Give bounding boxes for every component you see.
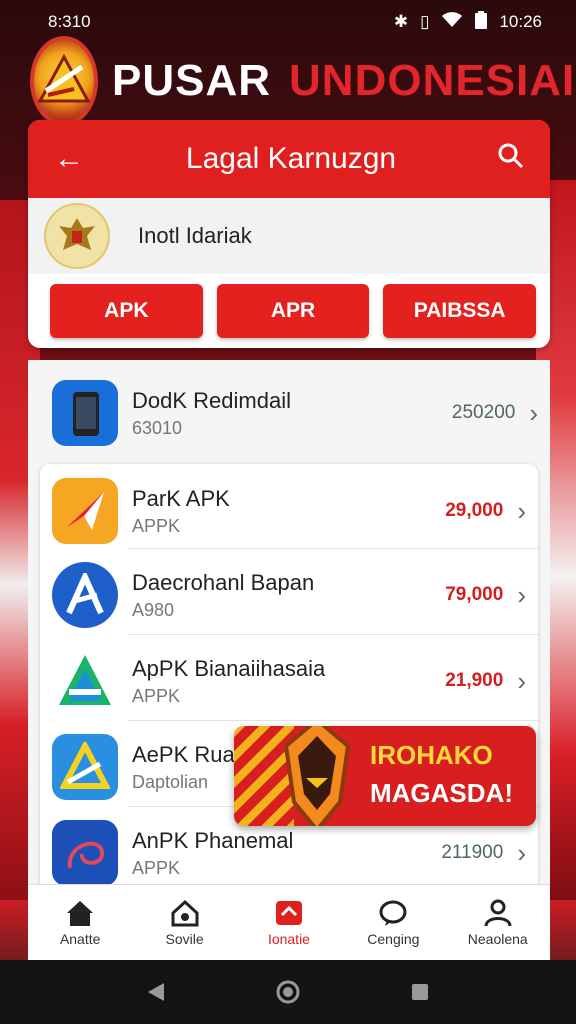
list-item[interactable]: DodK Redimdail 63010 250200 › [28,370,550,456]
item-price: 79,000 [445,584,504,605]
nav-service[interactable]: Sovile [135,899,235,947]
nav-label: Sovile [165,930,204,947]
chevron-right-icon: › [517,837,526,868]
promo-line2: MAGASDA! [370,778,513,808]
person-icon [484,899,512,926]
divider [128,634,540,635]
item-price: 29,000 [445,500,504,521]
nav-label: Cenging [367,930,420,947]
divider [128,720,540,721]
item-title: Daecrohanl Bapan [132,569,315,595]
item-title: DodK Redimdail [132,387,291,413]
profile-name: Inotl Idariak [138,223,252,248]
bottom-nav: Anatte Sovile Ionatie Cenging Neaolena [28,884,550,960]
brand-title-white: PUSAR [112,56,272,105]
triangle-green-app-icon [52,734,118,800]
item-subtitle: A980 [132,599,175,620]
garuda-emblem-icon [44,203,110,269]
chevron-right-icon: › [517,665,526,696]
item-price: 250200 [451,402,516,423]
store-icon [275,900,302,925]
nav-label: Ionatie [267,930,310,947]
item-text: ApPK Bianaiihasaia APPK [132,656,445,707]
nav-profile[interactable]: Neaolena [448,899,548,947]
promo-banner[interactable]: IROHAKO MAGASDA! [234,726,536,826]
divider [128,548,540,549]
bluetooth-icon: ✱ [393,12,409,31]
brand-title-red: UNDONESIAI [289,56,576,105]
chat-bubble-icon [379,900,407,926]
item-subtitle: APPK [132,685,181,706]
item-price: 211900 [441,842,504,863]
item-title: ApPK Bianaiihasaia [132,655,326,681]
app-bar: ← Lagal Karnuzgn [28,120,550,198]
chevron-right-icon: › [529,397,538,428]
list-item[interactable]: Daecrohanl Bapan A980 79,000 › [40,552,538,638]
brand-title: PUSAR UNDONESIAI [112,56,575,106]
chip-apk[interactable]: APK [50,284,203,338]
filter-chips: APK APR PAIBSSA [28,274,550,338]
nav-label: Neaolena [467,930,528,947]
status-clock: 10:26 [499,12,542,31]
vibrate-icon: ▯ [420,12,430,31]
list-item[interactable]: ApPK Bianaiihasaia APPK 21,900 › [40,638,538,724]
app-list-area: DodK Redimdail 63010 250200 › ParK APK A… [28,360,550,984]
search-icon[interactable] [498,143,524,175]
triangle-a-app-icon [52,648,118,714]
nav-active[interactable]: Ionatie [239,899,339,947]
chip-apr[interactable]: APR [216,284,370,338]
home-circle-icon[interactable] [276,980,300,1004]
system-nav-bar [0,960,576,1024]
chevron-right-icon: › [517,495,526,526]
home-icon [67,900,94,926]
item-subtitle: APPK [132,515,181,536]
chip-paibssa[interactable]: PAIBSSA [383,284,537,338]
item-subtitle: APPK [132,857,181,878]
profile-row[interactable]: Inotl Idariak [28,198,550,274]
item-subtitle: 63010 [132,417,183,438]
item-text: AnPK Phanemal APPK [132,828,441,879]
status-icons: ✱ ▯ 10:26 [393,10,542,34]
list-item[interactable]: ParK APK APPK 29,000 › [40,468,538,554]
brand-header: PUSAR UNDONESIAI [30,36,574,126]
recents-square-icon[interactable] [410,982,430,1002]
item-text: Daecrohanl Bapan A980 [132,570,445,621]
chevron-right-icon: › [517,579,526,610]
page-title: Lagal Karnuzgn [185,142,397,175]
brand-logo-icon [30,36,98,126]
swirl-app-icon [52,820,118,886]
promo-line1: IROHAKO [370,740,493,770]
item-title: ParK APK [132,485,230,511]
house-outline-icon [171,899,199,926]
item-text: ParK APK APPK [132,486,445,537]
back-triangle-icon[interactable] [146,981,166,1003]
nav-home[interactable]: Anatte [30,899,130,947]
battery-icon [475,10,488,34]
paper-plane-app-icon [52,478,118,544]
item-text: DodK Redimdail 63010 [132,388,452,439]
nav-chat[interactable]: Cenging [343,899,443,947]
status-bar: 8:310 ✱ ▯ 10:26 [0,0,576,44]
wifi-icon [441,11,463,33]
promo-text: IROHAKO MAGASDA! [370,736,513,812]
letter-a-app-icon [52,562,118,628]
nav-label: Anatte [59,930,101,947]
status-time: 8:310 [48,12,91,31]
mascot-shield-icon [283,726,351,826]
item-title: AnPK Phanemal [132,827,294,853]
back-arrow-icon[interactable]: ← [54,144,84,174]
item-price: 21,900 [445,670,504,691]
top-card: ← Lagal Karnuzgn Inotl Idariak APK APR P… [28,120,550,348]
phone-app-icon [52,380,118,446]
